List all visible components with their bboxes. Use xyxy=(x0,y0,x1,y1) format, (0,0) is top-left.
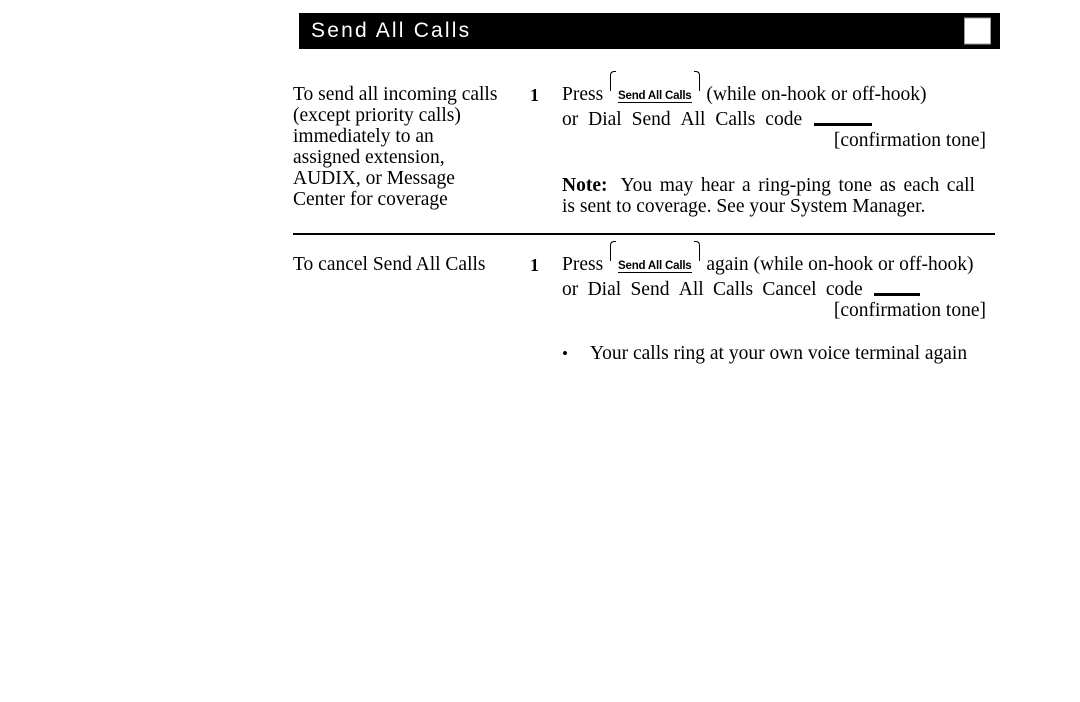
key-bracket-left-icon xyxy=(610,71,617,91)
description-line: To cancel Send All Calls xyxy=(293,254,486,275)
code-blank-field[interactable] xyxy=(873,275,920,296)
note-word: a xyxy=(742,174,751,196)
section-row: To cancel Send All Calls 1 Press Send Al… xyxy=(293,241,995,365)
key-label: Send All Calls xyxy=(618,89,692,103)
note-spacer xyxy=(607,175,620,197)
note-word: ring-ping xyxy=(758,174,831,196)
press-word: Press xyxy=(562,84,604,105)
dial-word: All xyxy=(678,278,704,300)
dial-word: Calls xyxy=(713,278,754,300)
description-line: (except priority calls) xyxy=(293,105,461,126)
dial-word: Cancel xyxy=(762,278,817,300)
dial-word: Dial xyxy=(588,108,622,130)
note-second-line: is sent to coverage. See your System Man… xyxy=(562,196,926,217)
bullet-marker-icon: • xyxy=(562,343,568,363)
key-label: Send All Calls xyxy=(618,259,692,273)
dial-word: or xyxy=(562,108,579,130)
dial-word: All xyxy=(680,108,706,130)
dial-word: or xyxy=(562,278,579,300)
instruction-press-line: Press Send All Calls again (while on-hoo… xyxy=(562,241,995,279)
send-all-calls-key[interactable]: Send All Calls xyxy=(609,71,700,109)
instruction-dial-line: or Dial Send All Calls code xyxy=(562,109,874,131)
note-label: Note: xyxy=(562,174,608,196)
confirmation-tone-text: [confirmation tone] xyxy=(833,130,986,151)
note-word: each xyxy=(903,174,940,196)
note-word: hear xyxy=(700,174,735,196)
dial-word: code xyxy=(825,278,863,300)
section-cancel-send-all-calls: To cancel Send All Calls 1 Press Send Al… xyxy=(293,241,995,365)
section-divider xyxy=(293,233,995,235)
description-line: To send all incoming calls xyxy=(293,84,498,105)
section-instructions: Press Send All Calls (while on-hook or o… xyxy=(562,71,995,218)
note-word: call xyxy=(946,174,975,196)
note-word: as xyxy=(879,174,896,196)
section-description: To cancel Send All Calls xyxy=(293,254,530,275)
description-line: AUDIX, or Message xyxy=(293,168,455,189)
note-word: may xyxy=(659,174,694,196)
section-instructions: Press Send All Calls again (while on-hoo… xyxy=(562,241,995,365)
note-block: Note: You may hear a ring-ping tone as e… xyxy=(562,175,995,218)
step-number: 1 xyxy=(530,255,539,275)
section-send-all-calls: To send all incoming calls (except prior… xyxy=(293,71,995,218)
note-words: You may hear a ring-ping tone as each ca… xyxy=(620,175,975,197)
description-line: Center for coverage xyxy=(293,189,448,210)
white-square-icon xyxy=(964,17,991,45)
press-line-suffix: again (while on-hook or off-hook) xyxy=(706,254,974,275)
key-bracket-right-icon xyxy=(693,241,700,261)
code-blank-field[interactable] xyxy=(814,105,872,126)
instruction-dial-line: or Dial Send All Calls Cancel code xyxy=(562,279,922,301)
send-all-calls-key[interactable]: Send All Calls xyxy=(609,241,700,279)
bullet-text: Your calls ring at your own voice termin… xyxy=(590,342,968,364)
key-bracket-right-icon xyxy=(693,71,700,91)
page-title: Send All Calls xyxy=(311,19,472,42)
section-description: To send all incoming calls (except prior… xyxy=(293,84,530,210)
press-line-suffix: (while on-hook or off-hook) xyxy=(706,84,927,105)
dial-word: Calls xyxy=(715,108,756,130)
instruction-press-line: Press Send All Calls (while on-hook or o… xyxy=(562,71,995,109)
dial-word: code xyxy=(765,108,803,130)
bullet-item: • Your calls ring at your own voice term… xyxy=(562,343,995,365)
note-word: tone xyxy=(838,174,873,196)
dial-word: Send xyxy=(630,278,670,300)
key-bracket-left-icon xyxy=(610,241,617,261)
dial-word: Dial xyxy=(587,278,622,300)
page-header-bar: Send All Calls xyxy=(299,13,1000,49)
note-first-line: Note: You may hear a ring-ping tone as e… xyxy=(562,175,975,197)
section-row: To send all incoming calls (except prior… xyxy=(293,71,995,218)
dial-word: Send xyxy=(631,108,671,130)
description-line: assigned extension, xyxy=(293,147,445,168)
step-number: 1 xyxy=(530,85,539,105)
note-word: You xyxy=(620,174,653,196)
confirmation-tone-text: [confirmation tone] xyxy=(833,300,986,321)
description-line: immediately to an xyxy=(293,126,434,147)
press-word: Press xyxy=(562,254,604,275)
